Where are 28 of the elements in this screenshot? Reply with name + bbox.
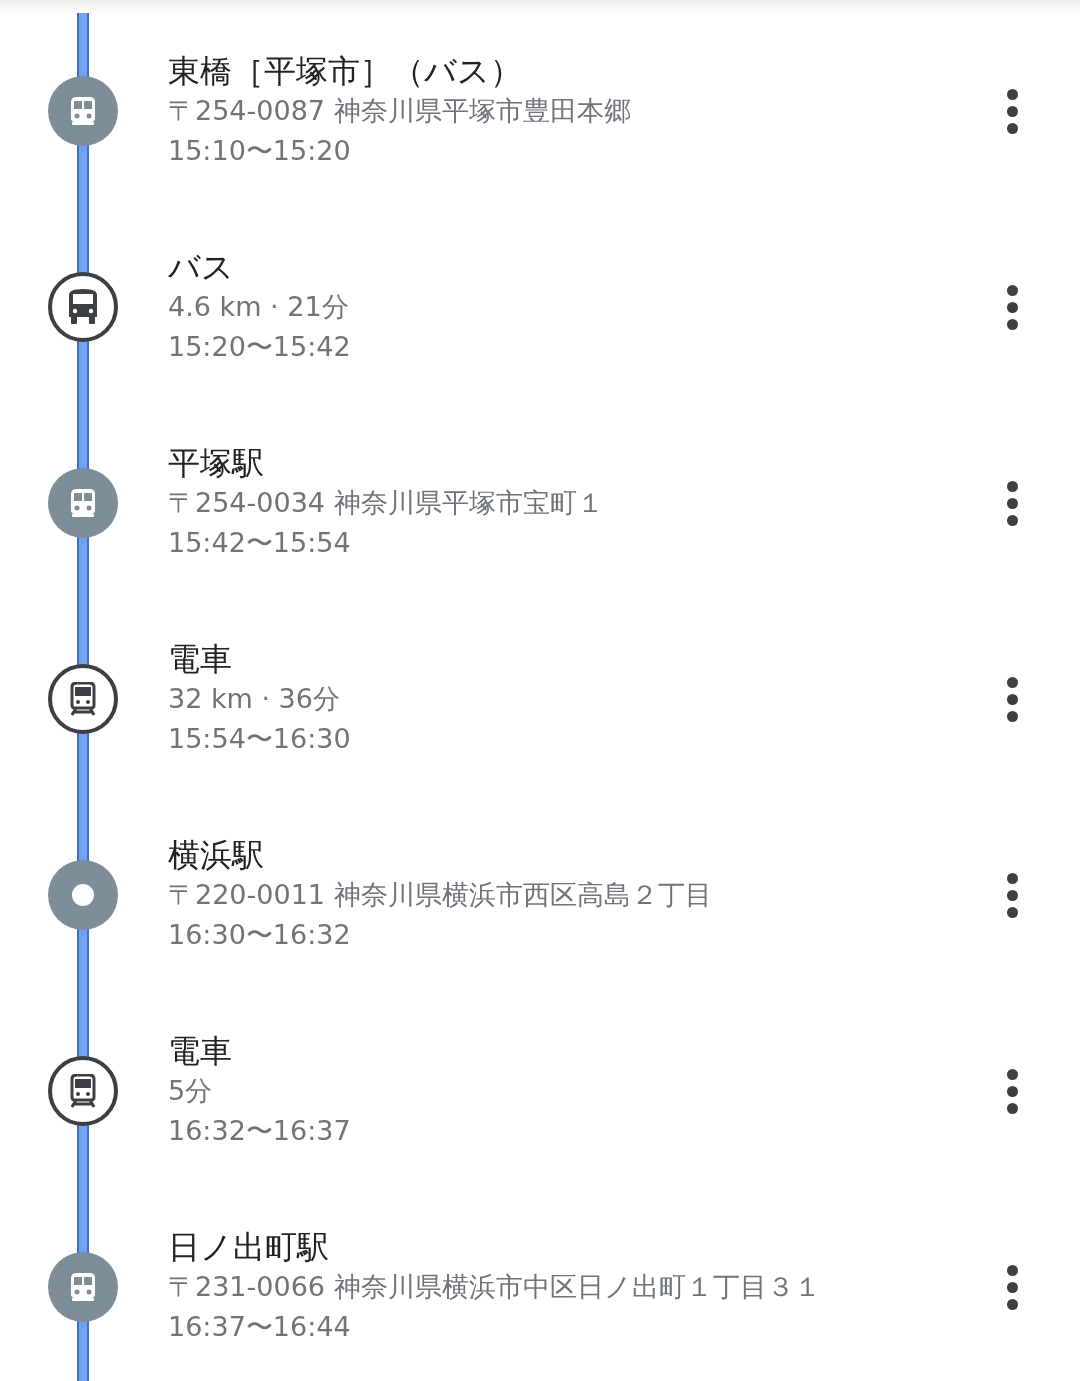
stop-detail: 〒254-0087 神奈川県平塚市豊田本郷 (168, 94, 631, 128)
train-icon (69, 96, 97, 126)
stop-title: 平塚駅 (168, 443, 264, 483)
train-icon (69, 1272, 97, 1302)
stop-detail: 5分 (168, 1074, 213, 1108)
stop-title: 東橋［平塚市］（バス） (168, 51, 522, 91)
stop-title: バス (168, 247, 234, 287)
train-icon (69, 1074, 97, 1108)
train-icon (69, 488, 97, 518)
stop-detail: 4.6 km · 21分 (168, 290, 349, 324)
stop-detail: 〒231-0066 神奈川県横浜市中区日ノ出町１丁目３１ (168, 1270, 821, 1304)
dot-icon (72, 884, 94, 906)
stop-detail: 32 km · 36分 (168, 682, 340, 716)
stop-title: 横浜駅 (168, 835, 264, 875)
time-range: 15:54〜16:30 (168, 722, 351, 756)
stop-title: 電車 (168, 639, 232, 679)
time-range: 15:20〜15:42 (168, 330, 351, 364)
stop-detail: 〒254-0034 神奈川県平塚市宝町１ (168, 486, 604, 520)
train-icon (69, 682, 97, 716)
time-range: 16:30〜16:32 (168, 918, 351, 952)
time-range: 15:10〜15:20 (168, 134, 351, 168)
stop-title: 電車 (168, 1031, 232, 1071)
time-range: 15:42〜15:54 (168, 526, 351, 560)
time-range: 16:32〜16:37 (168, 1114, 351, 1148)
stop-detail: 〒220-0011 神奈川県横浜市西区高島２丁目 (168, 878, 712, 912)
stop-title: 日ノ出町駅 (168, 1227, 329, 1267)
bus-icon (67, 289, 99, 325)
time-range: 16:37〜16:44 (168, 1310, 351, 1344)
